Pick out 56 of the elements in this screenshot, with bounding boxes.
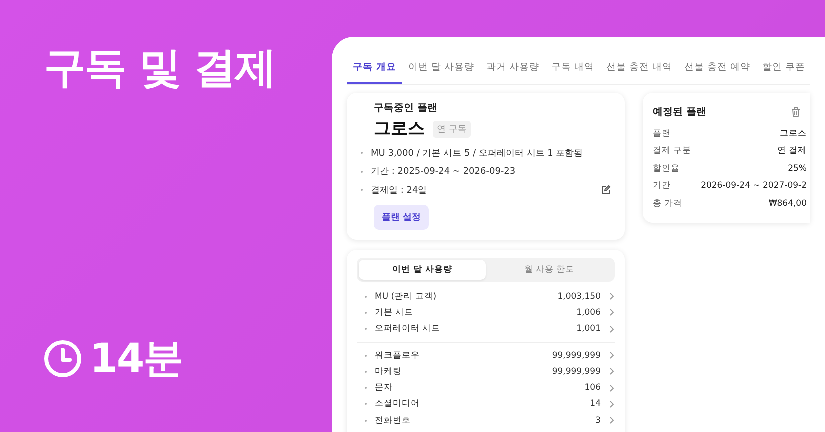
plan-detail: 결제일 : 24일: [371, 184, 428, 197]
field-label: 기간: [653, 180, 671, 192]
page-title: 구독 및 결제: [44, 42, 278, 94]
trash-icon[interactable]: [791, 106, 801, 118]
plan-name: 그로스: [374, 118, 425, 140]
chevron-right-icon[interactable]: [609, 417, 615, 424]
usage-label: 전화번호: [375, 414, 411, 427]
usage-value: 14: [590, 399, 601, 410]
tab[interactable]: 과거 사용량: [480, 54, 546, 84]
plan-settings-button[interactable]: 플랜 설정: [374, 204, 430, 230]
usage-label: 문자: [375, 382, 393, 394]
reading-time: 14분: [90, 335, 183, 384]
field-label: 총 가격: [653, 198, 683, 210]
usage-value: 1,003,150: [558, 292, 601, 302]
tab[interactable]: 선불 충전 내역: [600, 54, 678, 84]
segment-tab[interactable]: 월 사용 한도: [486, 260, 613, 280]
card-heading: 예정된 플랜: [653, 106, 706, 119]
usage-label: 오퍼레이터 시트: [375, 323, 441, 336]
chevron-right-icon[interactable]: [609, 384, 615, 392]
tab[interactable]: 선불 충전 예약: [678, 54, 757, 84]
plan-detail: MU 3,000 / 기본 시트 5 / 오퍼레이터 시트 1 포함됨: [371, 148, 584, 160]
usage-label: MU (관리 고객): [375, 290, 437, 303]
clock-icon: [44, 340, 82, 378]
chevron-right-icon[interactable]: [609, 352, 615, 360]
chevron-right-icon[interactable]: [609, 293, 615, 300]
usage-value: 106: [584, 383, 601, 394]
card-heading: 구독중인 플랜: [374, 102, 438, 115]
plan-detail: 기간 : 2025-09-24 ~ 2026-09-23: [371, 166, 516, 178]
field-value: 2026-09-24 ~ 2027-09-2: [701, 181, 807, 192]
usage-value: 3: [596, 416, 601, 426]
usage-label: 워크플로우: [375, 350, 420, 362]
tab[interactable]: 구독 내역: [545, 54, 600, 84]
field-label: 할인율: [653, 162, 680, 175]
usage-label: 소셜미디어: [375, 398, 420, 410]
field-value: 그로스: [780, 128, 807, 140]
field-label: 플랜: [653, 128, 671, 140]
tab[interactable]: 할인 쿠폰: [756, 54, 812, 84]
field-value: 연 결제: [777, 145, 807, 158]
field-value: ₩864,00: [768, 198, 807, 209]
usage-label: 기본 시트: [375, 306, 414, 319]
usage-value: 99,999,999: [552, 350, 601, 361]
tab[interactable]: 이번 달 사용량: [402, 54, 480, 84]
chevron-right-icon[interactable]: [609, 368, 615, 376]
usage-label: 마케팅: [375, 366, 402, 378]
tab[interactable]: 구독 개요: [347, 54, 402, 84]
usage-value: 1,006: [576, 308, 601, 318]
usage-value: 99,999,999: [552, 366, 601, 377]
field-value: 25%: [788, 164, 807, 174]
plan-badge: 연 구독: [433, 120, 471, 138]
chevron-right-icon[interactable]: [609, 309, 615, 316]
edit-icon[interactable]: [601, 185, 611, 196]
field-label: 결제 구분: [653, 145, 692, 158]
segment-tab[interactable]: 이번 달 사용량: [359, 260, 486, 280]
usage-value: 1,001: [576, 324, 601, 334]
chevron-right-icon[interactable]: [609, 326, 615, 333]
chevron-right-icon[interactable]: [609, 400, 615, 408]
